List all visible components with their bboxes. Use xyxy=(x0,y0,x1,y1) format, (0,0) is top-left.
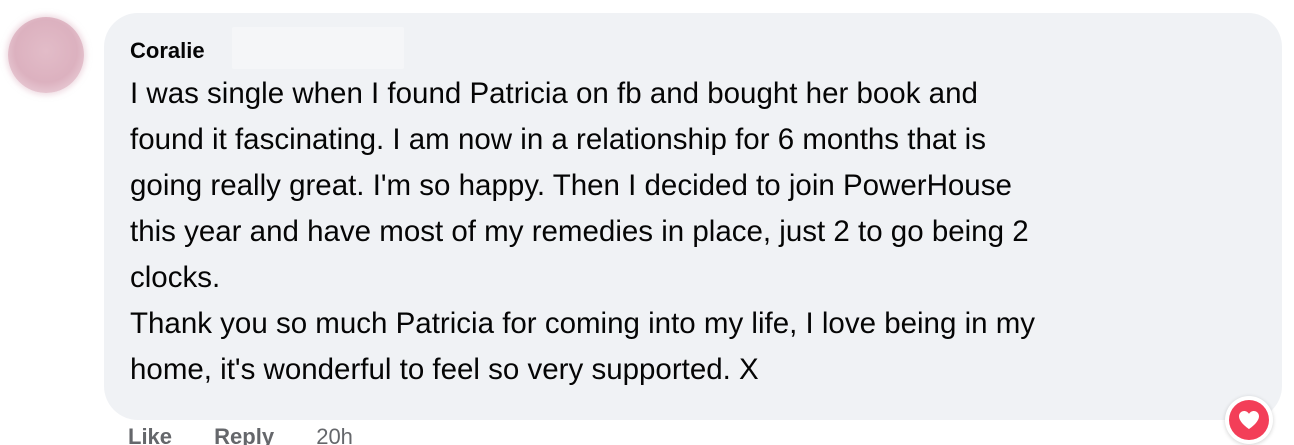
comment-timestamp[interactable]: 20h xyxy=(316,424,353,445)
comment-line: home, it's wonderful to feel so very sup… xyxy=(130,353,759,386)
heart-icon xyxy=(1229,400,1269,440)
comment-line: this year and have most of my remedies i… xyxy=(130,215,1029,248)
comment-line: Thank you so much Patricia for coming in… xyxy=(130,307,1036,340)
comment-line: clocks. xyxy=(130,261,221,294)
comment-line: found it fascinating. I am now in a rela… xyxy=(130,123,986,156)
redacted-surname xyxy=(232,27,404,69)
comment-text: I was single when I found Patricia on fb… xyxy=(130,71,1260,393)
reaction-badge[interactable] xyxy=(1225,396,1273,444)
comment-line: going really great. I'm so happy. Then I… xyxy=(130,169,1012,202)
like-button[interactable]: Like xyxy=(128,424,172,445)
comment-line: I was single when I found Patricia on fb… xyxy=(130,77,978,110)
avatar[interactable] xyxy=(8,17,84,93)
comment-actions: Like Reply 20h xyxy=(128,424,389,445)
comment-bubble: Coralie I was single when I found Patric… xyxy=(104,13,1282,420)
comment-thread: Coralie I was single when I found Patric… xyxy=(0,0,1294,445)
reply-button[interactable]: Reply xyxy=(214,424,274,445)
comment-author[interactable]: Coralie xyxy=(130,38,205,64)
